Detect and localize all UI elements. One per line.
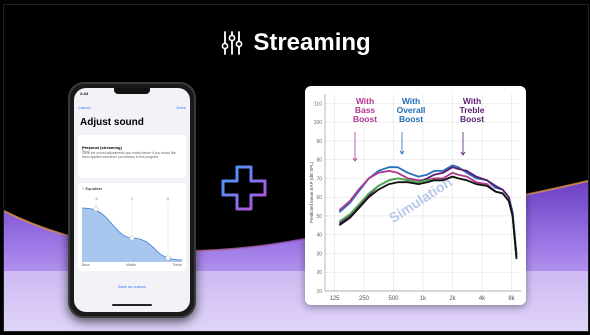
preset-label: Personal (streaming) [82,145,122,150]
eq-band-treble: Treble [172,263,182,267]
chart-svg: 10 20 30 40 50 60 70 80 90 100 110 125 250 500 1k 2k 4k 8… [309,94,521,302]
y-tick-label: 110 [314,101,322,107]
eq-middle-handle [129,235,135,241]
equalizer-label: ≡ Equalizer [82,186,102,191]
y-tick-label: 20 [316,270,322,276]
y-tick-label: 30 [316,251,322,257]
preset-description: Save the sound adjustments you made befo… [82,151,177,160]
eq-band-bass: Bass [82,263,90,267]
phone-notch [114,88,150,94]
preset-card[interactable]: Personal (streaming) Save the sound adju… [78,135,186,178]
x-tick-label: 8k [508,296,515,302]
adjust-sound-title: Adjust sound [80,117,144,128]
y-tick-label: 100 [314,120,323,126]
home-indicator [112,304,152,306]
x-tick-label: 1k [420,296,427,302]
equalizer-label-text: Equalizer [85,186,103,191]
x-tick-label: 500 [388,296,399,302]
eq-scale-high: +6 [94,197,98,201]
y-tick-label: 90 [316,139,322,145]
annotation-text: Boost [399,114,423,124]
slide-title-text: Streaming [253,29,371,56]
equalizer-graph[interactable]: +6 0 -6 [82,194,182,262]
annotation-text: Boost [460,114,484,124]
y-tick-label: 50 [316,214,322,220]
y-tick-label: 80 [316,158,322,164]
phone-nav: Cancel Done [78,105,186,110]
y-tick-label: 10 [316,289,322,295]
y-tick-label: 40 [316,233,322,239]
slide-title: Streaming [4,29,588,57]
cancel-button[interactable]: Cancel [78,105,90,110]
y-axis-label: Predicted mean EAP (dB SPL) [309,161,314,223]
x-tick-label: 2k [449,296,456,302]
equalizer-sliders-icon [221,31,243,55]
equalizer-card: ≡ Equalizer +6 0 -6 Bass Middle Treble [78,183,186,271]
frequency-response-chart: 10 20 30 40 50 60 70 80 90 100 110 125 250 500 1k 2k 4k 8… [305,86,526,305]
eq-scale-low: -6 [166,197,169,201]
plus-gradient-icon [221,165,267,211]
x-tick-label: 4k [479,296,486,302]
done-button[interactable]: Done [176,105,186,110]
eq-band-labels: Bass Middle Treble [82,263,182,267]
eq-scale-mid: 0 [131,197,133,201]
x-tick-label: 125 [329,296,340,302]
annotation-text: Boost [353,114,377,124]
eq-treble-handle [165,255,171,261]
x-tick-label: 250 [359,296,370,302]
phone-screen: 2:44 Cancel Done Adjust sound Personal (… [74,88,190,312]
status-time: 2:44 [80,91,89,96]
phone-mockup: 2:44 Cancel Done Adjust sound Personal (… [68,82,196,318]
eq-band-middle: Middle [126,263,137,267]
y-tick-label: 70 [316,176,322,182]
eq-bass-handle [93,206,99,212]
y-tick-label: 60 [316,195,322,201]
save-custom-button[interactable]: Save as custom [74,284,190,289]
